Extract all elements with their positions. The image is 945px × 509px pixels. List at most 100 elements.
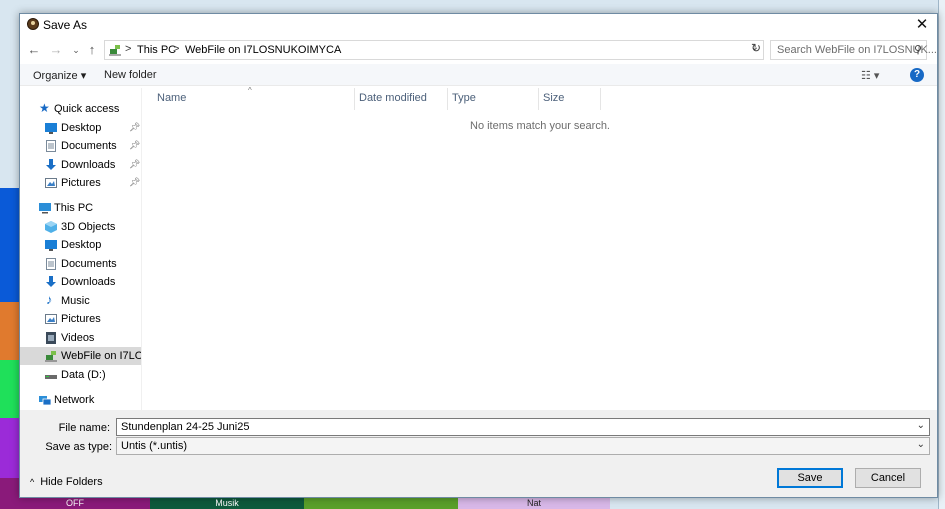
music-icon: ♪ — [46, 292, 53, 307]
nav-label: Videos — [61, 332, 95, 344]
nav-label: Pictures — [61, 177, 101, 189]
file-list[interactable]: ^ Name Date modified Type Size No items … — [143, 86, 937, 410]
refresh-icon[interactable]: ↻ — [747, 41, 765, 57]
pictures-icon — [45, 314, 57, 324]
nav-pc-videos[interactable]: Videos — [20, 329, 141, 347]
file-name-label: File name: — [58, 422, 110, 434]
column-header-date-modified[interactable]: Date modified — [359, 92, 427, 104]
hide-folders-button[interactable]: ^ Hide Folders — [30, 476, 103, 488]
nav-label: This PC — [54, 202, 94, 214]
nav-label: Documents — [61, 140, 117, 152]
pin-icon: 📌︎ — [129, 140, 141, 150]
pin-icon: 📌︎ — [129, 122, 141, 132]
breadcrumb-separator: > — [125, 43, 132, 55]
nav-label: Downloads — [61, 276, 116, 288]
column-header-type[interactable]: Type — [452, 92, 476, 104]
bg-strip-blue — [0, 188, 20, 302]
up-arrow-icon[interactable]: ↑ — [84, 42, 100, 58]
column-header-size[interactable]: Size — [543, 92, 564, 104]
videos-icon — [46, 332, 56, 344]
file-name-dropdown-icon[interactable]: ⌄ — [917, 420, 925, 431]
documents-icon — [46, 258, 56, 270]
nav-qa-pictures[interactable]: Pictures 📌︎ — [20, 174, 141, 192]
nav-pc-pictures[interactable]: Pictures — [20, 310, 141, 328]
save-type-label: Save as type: — [45, 441, 112, 453]
nav-quick-access[interactable]: ★ Quick access — [20, 100, 141, 118]
recent-chevron-icon[interactable]: ⌄ — [68, 42, 84, 58]
breadcrumb-webfile[interactable]: WebFile on I7LOSNUKOIMYCA — [185, 44, 341, 56]
title-bar[interactable]: Save As ✕ — [20, 14, 937, 36]
desktop-icon — [45, 240, 57, 251]
nav-pc-downloads[interactable]: Downloads — [20, 273, 141, 291]
close-button[interactable]: ✕ — [913, 16, 931, 34]
app-icon — [27, 18, 39, 30]
organize-button[interactable]: Organize ▾ — [33, 69, 86, 82]
save-options-panel: File name: Stundenplan 24-25 Juni25 ⌄ Sa… — [20, 410, 937, 497]
bg-strip-purple — [0, 418, 20, 478]
nav-qa-documents[interactable]: Documents 📌︎ — [20, 137, 141, 155]
navigation-row: ← → ⌄ ↑ > This PC > WebFile on I7LOSNUKO… — [20, 38, 937, 62]
bg-strip-orange — [0, 302, 20, 360]
help-icon[interactable]: ? — [910, 68, 924, 82]
empty-message: No items match your search. — [470, 120, 610, 132]
navigation-pane: ★ Quick access Desktop 📌︎ Documents 📌︎ D… — [20, 88, 142, 410]
save-as-dialog: Save As ✕ ← → ⌄ ↑ > This PC > WebFile on… — [19, 13, 938, 498]
nav-pc-documents[interactable]: Documents — [20, 255, 141, 273]
search-box[interactable]: Search WebFile on I7LOSNUK... ⚲ — [770, 40, 937, 60]
3d-objects-icon — [45, 221, 57, 233]
nav-pc-data-drive[interactable]: Data (D:) — [20, 366, 141, 384]
save-type-value: Untis (*.untis) — [121, 440, 188, 452]
save-type-select[interactable]: Untis (*.untis) ⌄ — [116, 437, 930, 455]
nav-pc-music[interactable]: ♪ Music — [20, 292, 141, 310]
nav-pc-webfile[interactable]: WebFile on I7LOSNUKOIMYCA — [20, 347, 141, 365]
address-bar[interactable]: > This PC > WebFile on I7LOSNUKOIMYCA ⌄ — [104, 40, 764, 60]
column-divider[interactable] — [538, 88, 539, 110]
chevron-up-icon: ^ — [30, 477, 35, 487]
network-icon — [39, 396, 51, 406]
downloads-icon — [46, 159, 56, 170]
drive-icon — [45, 375, 57, 379]
nav-pc-desktop[interactable]: Desktop — [20, 236, 141, 254]
save-type-dropdown-icon[interactable]: ⌄ — [917, 439, 925, 450]
nav-label: Downloads — [61, 159, 116, 171]
network-drive-icon — [109, 45, 121, 56]
forward-arrow-icon[interactable]: → — [48, 42, 64, 58]
computer-icon — [39, 203, 51, 214]
column-divider[interactable] — [447, 88, 448, 110]
desktop-icon — [45, 123, 57, 134]
hide-folders-label: Hide Folders — [40, 476, 103, 488]
bg-strip-green — [0, 360, 20, 418]
sort-ascending-icon: ^ — [248, 86, 252, 95]
nav-qa-desktop[interactable]: Desktop 📌︎ — [20, 119, 141, 137]
bg-bottom-musik: Musik — [150, 497, 304, 509]
nav-pc-3d-objects[interactable]: 3D Objects — [20, 218, 141, 236]
nav-label: Quick access — [54, 103, 120, 115]
bg-right-edge — [938, 0, 945, 509]
breadcrumb-separator: > — [173, 43, 180, 55]
new-folder-button[interactable]: New folder — [104, 69, 157, 81]
nav-label: Desktop — [61, 239, 102, 251]
star-icon: ★ — [39, 101, 50, 115]
back-arrow-icon[interactable]: ← — [26, 42, 42, 58]
nav-label: Documents — [61, 258, 117, 270]
nav-this-pc[interactable]: This PC — [20, 199, 141, 217]
downloads-icon — [46, 276, 56, 287]
view-options-icon[interactable]: ☷ ▾ — [861, 69, 879, 82]
pin-icon: 📌︎ — [129, 177, 141, 187]
nav-network[interactable]: Network — [20, 391, 141, 409]
documents-icon — [46, 140, 56, 152]
pin-icon: 📌︎ — [129, 159, 141, 169]
column-header-name[interactable]: Name — [157, 92, 186, 104]
bg-bottom-off: OFF — [0, 497, 150, 509]
cancel-button[interactable]: Cancel — [855, 468, 921, 488]
nav-label: Desktop — [61, 122, 102, 134]
column-divider[interactable] — [354, 88, 355, 110]
command-toolbar: Organize ▾ New folder ☷ ▾ ? — [20, 64, 937, 86]
pictures-icon — [45, 178, 57, 188]
save-button[interactable]: Save — [777, 468, 843, 488]
breadcrumb-this-pc[interactable]: This PC — [137, 44, 176, 56]
file-name-input[interactable]: Stundenplan 24-25 Juni25 ⌄ — [116, 418, 930, 436]
column-divider[interactable] — [600, 88, 601, 110]
search-icon: ⚲ — [913, 44, 922, 56]
nav-qa-downloads[interactable]: Downloads 📌︎ — [20, 156, 141, 174]
